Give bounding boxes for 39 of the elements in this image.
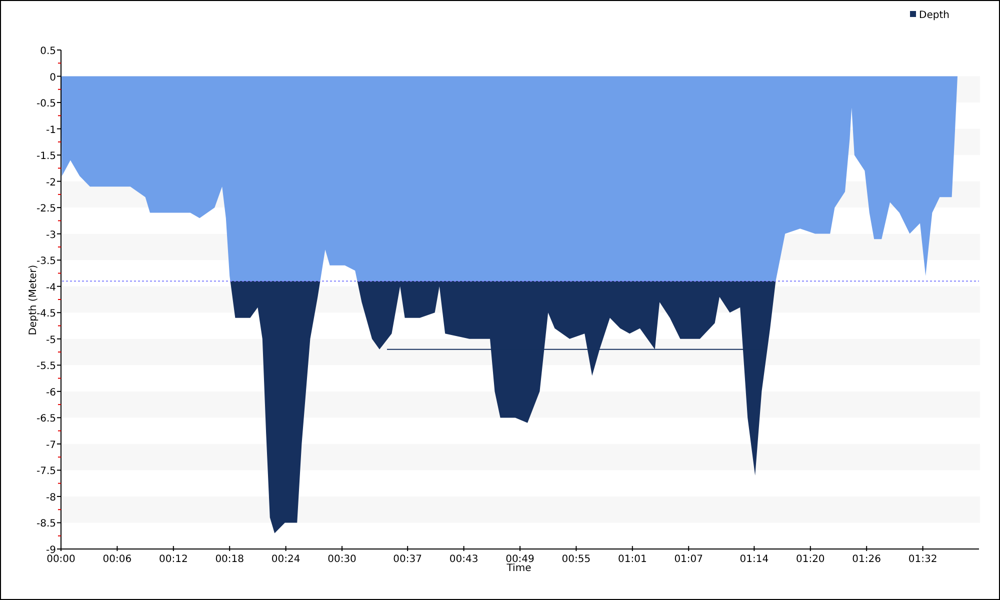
x-tick-label: 00:18 xyxy=(215,554,244,565)
x-axis-title: Time xyxy=(506,563,532,574)
y-tick-label: -6 xyxy=(46,387,56,398)
y-tick-label: -9 xyxy=(46,545,56,556)
x-tick-label: 01:32 xyxy=(908,554,938,565)
x-tick-label: 01:26 xyxy=(852,554,881,565)
y-axis-title: Depth (Meter) xyxy=(28,264,39,336)
y-tick-label: -1 xyxy=(46,124,56,136)
y-tick-label: 0.5 xyxy=(40,46,56,57)
x-tick-label: 00:12 xyxy=(159,554,188,565)
y-tick-label: -7.5 xyxy=(36,466,56,478)
x-tick-label: 01:01 xyxy=(618,554,647,565)
x-tick-label: 00:55 xyxy=(562,554,591,565)
x-tick-label: 00:30 xyxy=(328,554,356,565)
x-tick-label: 01:20 xyxy=(796,554,825,565)
y-tick-label: -3.5 xyxy=(36,256,56,268)
x-tick-label: 01:07 xyxy=(674,554,704,565)
y-tick-label: -3 xyxy=(46,230,56,241)
y-tick-label: -8.5 xyxy=(36,518,56,530)
x-tick-label: 00:00 xyxy=(46,554,76,565)
x-tick-label: 01:14 xyxy=(740,554,769,565)
x-tick-label: 00:06 xyxy=(102,554,132,565)
x-tick-label: 00:43 xyxy=(449,554,478,565)
y-tick-label: -4 xyxy=(46,282,56,294)
y-tick-label: -2 xyxy=(46,177,56,188)
y-tick-label: 0 xyxy=(50,72,56,84)
y-tick-label: -8 xyxy=(46,492,56,504)
y-tick-label: -7 xyxy=(46,440,56,451)
x-tick-label: 00:37 xyxy=(393,554,422,565)
y-tick-label: -2.5 xyxy=(36,204,56,215)
y-tick-label: -6.5 xyxy=(36,414,56,425)
y-tick-label: -1.5 xyxy=(36,151,56,162)
legend-label: Depth xyxy=(919,10,950,21)
legend-swatch xyxy=(910,11,916,17)
x-tick-label: 00:24 xyxy=(271,554,300,565)
y-tick-label: -4.5 xyxy=(36,308,56,320)
y-tick-label: -5 xyxy=(46,334,56,346)
y-tick-label: -0.5 xyxy=(36,98,56,110)
y-tick-label: -5.5 xyxy=(36,361,56,372)
